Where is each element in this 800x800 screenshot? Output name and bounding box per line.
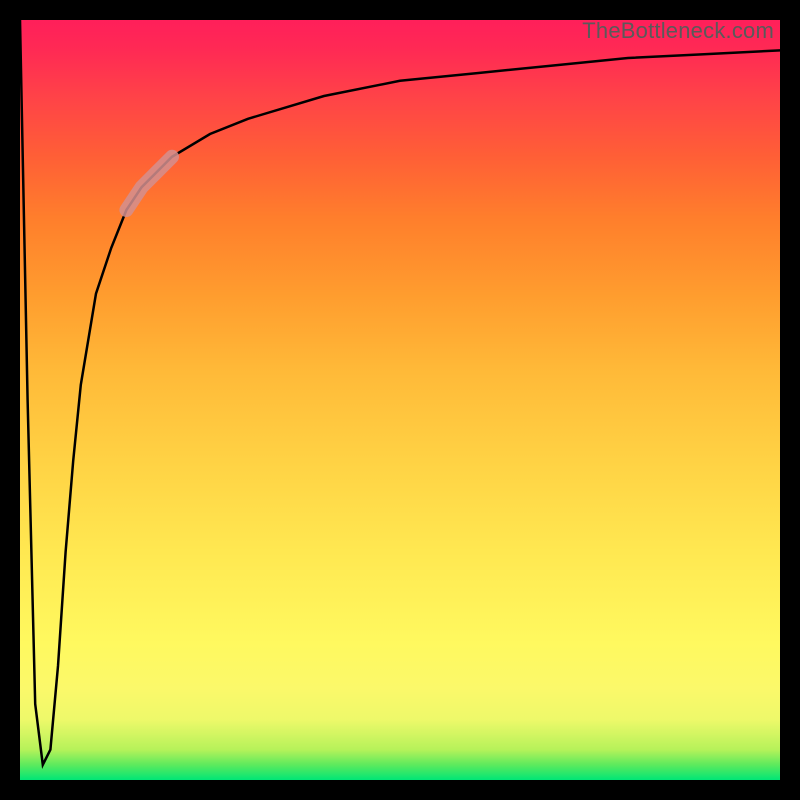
curve-svg bbox=[20, 20, 780, 780]
bottleneck-highlight-path bbox=[126, 157, 172, 210]
chart-frame: TheBottleneck.com bbox=[0, 0, 800, 800]
curve-group bbox=[20, 20, 780, 765]
chart-plot-area: TheBottleneck.com bbox=[20, 20, 780, 780]
bottleneck-curve-path bbox=[20, 20, 780, 765]
